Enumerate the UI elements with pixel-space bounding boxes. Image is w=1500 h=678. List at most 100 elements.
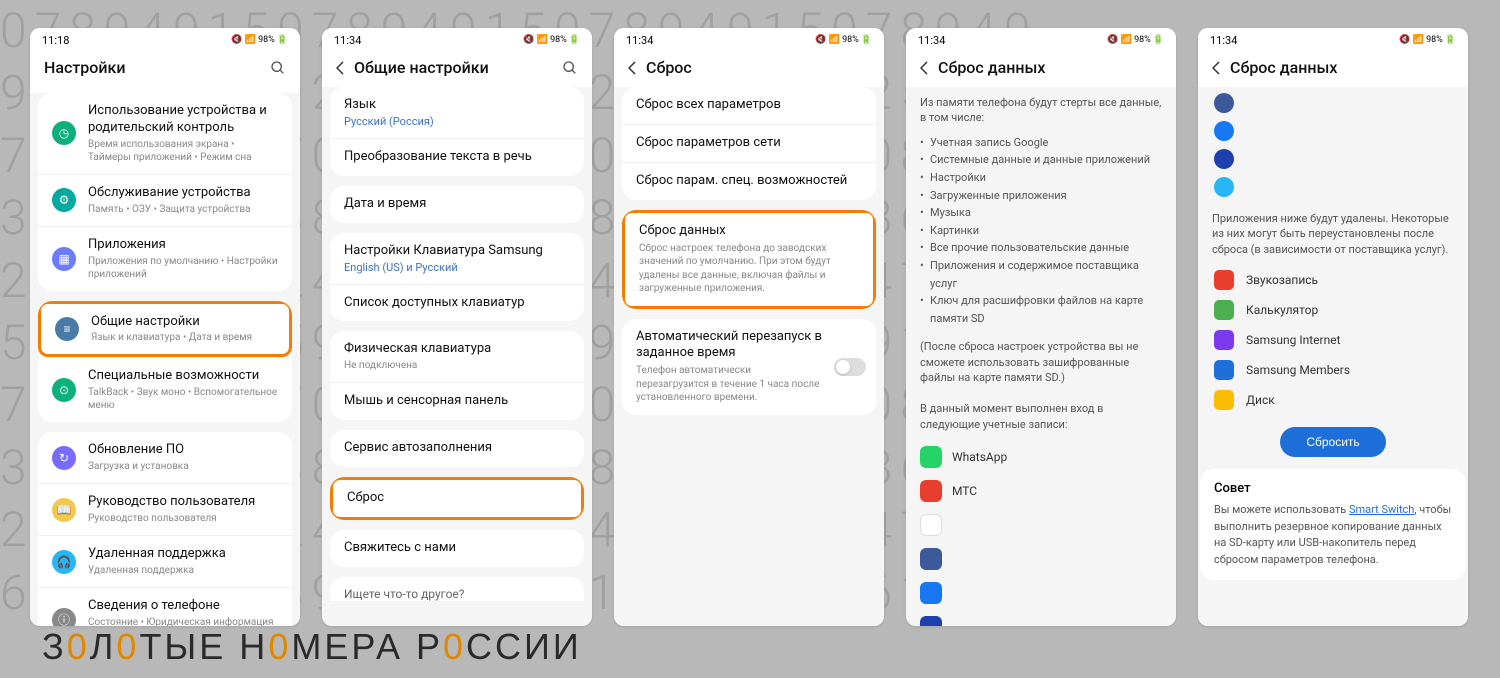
item-title: Сброс параметров сети	[636, 135, 862, 152]
settings-item[interactable]: 🎧 Удаленная поддержка Удаленная поддержк…	[38, 535, 292, 587]
settings-item[interactable]: ◷ Использование устройства и родительски…	[38, 93, 292, 174]
status-icons: 🔇 📶 98%🔋	[523, 35, 580, 45]
settings-item[interactable]: Настройки Клавиатура SamsungEnglish (US)…	[330, 233, 584, 284]
page-title: Общие настройки	[354, 58, 552, 77]
top-icons	[1200, 87, 1466, 203]
bullet-item: Учетная запись Google	[930, 134, 1162, 152]
settings-icon: 📖	[52, 498, 76, 522]
settings-item[interactable]: ≡ Общие настройки Язык и клавиатура • Да…	[38, 301, 292, 358]
status-icons: 🔇 📶 98%🔋	[815, 35, 872, 45]
account-icon	[920, 582, 942, 604]
advice-text: Вы можете использовать Smart Switch, что…	[1214, 502, 1452, 568]
phone-screen-2: 11:34 🔇 📶 98%🔋 Общие настройки ЯзыкРусск…	[322, 28, 592, 626]
app-label: Samsung Members	[1246, 363, 1350, 377]
account-row	[908, 508, 1174, 542]
back-icon[interactable]	[1212, 61, 1220, 75]
status-bar: 11:34 🔇 📶 98%🔋	[1198, 28, 1468, 50]
settings-item[interactable]: Сброс парам. спец. возможностей	[622, 162, 876, 200]
settings-item[interactable]: Сервис автозаполнения	[330, 430, 584, 467]
item-title: Использование устройства и родительский …	[88, 103, 278, 137]
phone-screen-1: 11:18 🔇 📶 98%🔋 Настройки ◷ Использование…	[30, 28, 300, 626]
status-time: 11:34	[334, 34, 361, 47]
account-icon	[920, 548, 942, 570]
apps-intro: Приложения ниже будут удалены. Некоторые…	[1200, 203, 1466, 265]
settings-icon: ≡	[55, 317, 79, 341]
item-subtitle: Загрузка и установка	[88, 460, 278, 473]
item-title: Список доступных клавиатур	[344, 295, 570, 312]
smart-switch-link[interactable]: Smart Switch	[1349, 503, 1414, 516]
account-icon	[920, 514, 942, 536]
settings-item[interactable]: 📖 Руководство пользователя Руководство п…	[38, 483, 292, 535]
settings-icon: ⓘ	[52, 608, 76, 626]
settings-item[interactable]: Сброс всех параметров	[622, 87, 876, 124]
phone-screen-3: 11:34 🔇 📶 98%🔋 Сброс Сброс всех параметр…	[614, 28, 884, 626]
page-title: Сброс данных	[1230, 58, 1454, 77]
item-title: Обслуживание устройства	[88, 185, 278, 202]
account-row: WhatsApp	[908, 440, 1174, 474]
bullet-item: Загруженные приложения	[930, 187, 1162, 205]
app-row: Samsung Members	[1200, 355, 1466, 385]
item-title: Преобразование текста в речь	[344, 149, 570, 166]
back-icon[interactable]	[628, 61, 636, 75]
item-value: English (US) и Русский	[344, 261, 570, 274]
item-title: Сервис автозаполнения	[344, 440, 570, 457]
status-time: 11:18	[42, 34, 69, 47]
settings-item[interactable]: Сброс данныхСброс настроек телефона до з…	[622, 210, 876, 309]
item-title: Настройки Клавиатура Samsung	[344, 243, 570, 260]
account-icon	[1214, 177, 1234, 197]
settings-item[interactable]: ⓘ Сведения о телефоне Состояние • Юридич…	[38, 587, 292, 626]
app-label: Калькулятор	[1246, 303, 1318, 317]
settings-item[interactable]: ЯзыкРусский (Россия)	[330, 87, 584, 138]
settings-item[interactable]: Свяжитесь с нами	[330, 530, 584, 567]
item-description: Сброс настроек телефона до заводских зна…	[639, 242, 859, 296]
back-icon[interactable]	[920, 61, 928, 75]
item-title: Сброс	[347, 490, 567, 507]
item-subtitle: Состояние • Юридическая информация • Имя…	[88, 616, 278, 626]
apps-list: Звукозапись Калькулятор Samsung Internet…	[1200, 265, 1466, 415]
app-icon	[1214, 300, 1234, 320]
accounts-intro: В данный момент выполнен вход в следующи…	[908, 393, 1174, 440]
phone-screen-4: 11:34 🔇 📶 98%🔋 Сброс данных Из памяти те…	[906, 28, 1176, 626]
account-label: WhatsApp	[952, 450, 1007, 464]
settings-item[interactable]: Сброс параметров сети	[622, 124, 876, 162]
settings-item[interactable]: ⚙ Обслуживание устройства Память • ОЗУ •…	[38, 174, 292, 226]
settings-list: ◷ Использование устройства и родительски…	[30, 93, 300, 626]
settings-item[interactable]: Мышь и сенсорная панель	[330, 382, 584, 420]
toggle-switch[interactable]	[834, 358, 866, 376]
status-icons: 🔇 📶 98%🔋	[231, 35, 288, 45]
settings-item[interactable]: Список доступных клавиатур	[330, 284, 584, 322]
advice-title: Совет	[1214, 481, 1452, 496]
reset-data-info: Из памяти телефона будут стерты все данн…	[906, 87, 1176, 626]
settings-icon: ↻	[52, 446, 76, 470]
status-time: 11:34	[918, 34, 945, 47]
settings-item[interactable]: ⊙ Специальные возможности TalkBack • Зву…	[38, 357, 292, 422]
account-row	[908, 610, 1174, 626]
item-subtitle: TalkBack • Звук моно • Вспомогательное м…	[88, 386, 278, 412]
app-icon	[1214, 390, 1234, 410]
app-label: Диск	[1246, 393, 1275, 407]
settings-item[interactable]: Физическая клавиатураНе подключена	[330, 331, 584, 382]
bullet-item: Настройки	[930, 169, 1162, 187]
item-title: Сброс всех параметров	[636, 97, 862, 114]
settings-item[interactable]: Сброс	[330, 477, 584, 520]
status-bar: 11:34 🔇 📶 98%🔋	[906, 28, 1176, 50]
item-subtitle: Удаленная поддержка	[88, 564, 278, 577]
settings-item[interactable]: ↻ Обновление ПО Загрузка и установка	[38, 432, 292, 483]
app-row: Диск	[1200, 385, 1466, 415]
item-description: Телефон автоматически перезагрузится в т…	[636, 364, 822, 405]
item-title: Свяжитесь с нами	[344, 540, 570, 557]
item-subtitle: Приложения по умолчанию • Настройки прил…	[88, 255, 278, 281]
settings-item[interactable]: Преобразование текста в речь	[330, 138, 584, 176]
reset-button[interactable]: Сбросить	[1280, 427, 1385, 457]
back-icon[interactable]	[336, 61, 344, 75]
settings-icon: ⊙	[52, 378, 76, 402]
app-bar: Сброс	[614, 50, 884, 87]
item-title: Специальные возможности	[88, 368, 278, 385]
search-icon[interactable]	[270, 60, 286, 76]
settings-item[interactable]: ▦ Приложения Приложения по умолчанию • Н…	[38, 226, 292, 291]
settings-item[interactable]: Дата и время	[330, 186, 584, 223]
settings-list: ЯзыкРусский (Россия) Преобразование текст…	[322, 87, 592, 626]
search-icon[interactable]	[562, 60, 578, 76]
item-title: Мышь и сенсорная панель	[344, 393, 570, 410]
settings-item[interactable]: Автоматический перезапуск в заданное вре…	[622, 319, 876, 415]
